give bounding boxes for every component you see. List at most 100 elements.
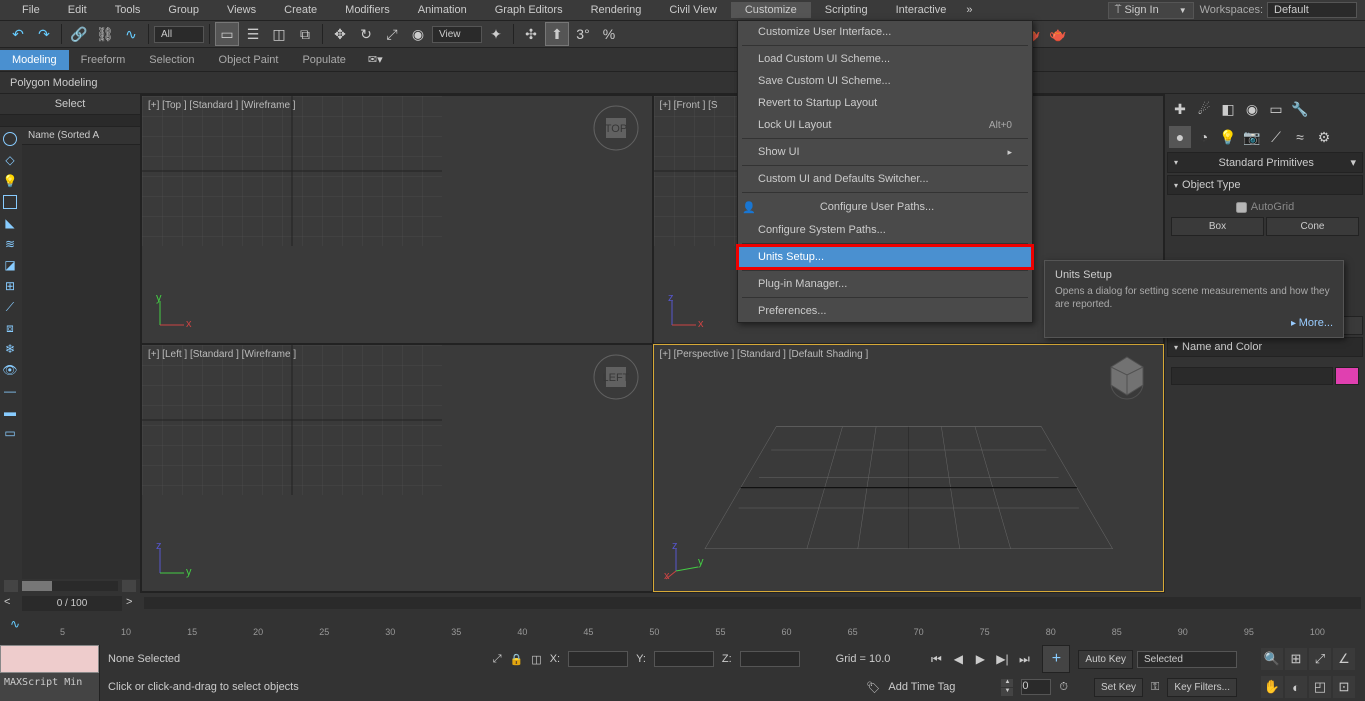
menu-interactive[interactable]: Interactive (882, 2, 961, 18)
viewport-left-label[interactable]: [+] [Left ] [Standard ] [Wireframe ] (148, 349, 296, 360)
menu-rendering[interactable]: Rendering (577, 2, 656, 18)
manip-button[interactable]: ✣ (519, 22, 543, 46)
menu-modifiers[interactable]: Modifiers (331, 2, 404, 18)
motion-tab-icon[interactable]: ◉ (1241, 98, 1263, 120)
create-tab-icon[interactable]: ✚ (1169, 98, 1191, 120)
scroll-left-icon[interactable] (4, 580, 18, 592)
menu-views[interactable]: Views (213, 2, 270, 18)
mail-icon[interactable]: ✉▾ (368, 53, 383, 66)
filter-cameras-icon[interactable] (0, 192, 20, 212)
menu-lock-ui[interactable]: Lock UI LayoutAlt+0 (738, 114, 1032, 136)
expand-trackbar-icon[interactable]: < (4, 596, 18, 610)
menu-grapheditors[interactable]: Graph Editors (481, 2, 577, 18)
filter-helpers-icon[interactable]: ◣ (0, 213, 20, 233)
track-bar[interactable]: ∿ 51015202530354045505560657075808590951… (0, 613, 1365, 645)
filter-bone-icon[interactable]: ⟋ (0, 297, 20, 317)
menu-defaults-switcher[interactable]: Custom UI and Defaults Switcher... (738, 168, 1032, 190)
filter-frozen-icon[interactable]: ❄ (0, 339, 20, 359)
viewport-left[interactable]: [+] [Left ] [Standard ] [Wireframe ] LEF… (142, 345, 652, 592)
orbit-button[interactable]: ✋ (1261, 676, 1283, 698)
angle-snap-button[interactable]: 3° (571, 22, 595, 46)
cameras-cat-icon[interactable]: 📷 (1241, 126, 1263, 148)
viewport-front-label[interactable]: [+] [Front ] [S (660, 100, 718, 111)
scale-button[interactable]: ⤢ (380, 22, 404, 46)
geometry-cat-icon[interactable]: ● (1169, 126, 1191, 148)
lock-icon[interactable]: 🔒 (510, 653, 524, 666)
lights-cat-icon[interactable]: 💡 (1217, 126, 1239, 148)
filter-xref-icon[interactable]: ⊞ (0, 276, 20, 296)
menu-plugin-manager[interactable]: Plug-in Manager... (738, 273, 1032, 295)
zoom-extents-button[interactable]: ⤢ (1309, 648, 1331, 670)
scene-tree-header[interactable]: Name (Sorted A (22, 127, 140, 145)
filter-lights-icon[interactable]: 💡 (0, 171, 20, 191)
keymode-dropdown[interactable]: Selected (1137, 651, 1237, 668)
menu-create[interactable]: Create (270, 2, 331, 18)
placement-button[interactable]: ◉ (406, 22, 430, 46)
color-swatch[interactable] (1335, 367, 1359, 385)
selection-filter-dropdown[interactable]: All (154, 26, 204, 43)
viewcube-icon[interactable]: LEFT (592, 353, 640, 401)
render-last-button[interactable]: 🫖 (1046, 22, 1070, 46)
trackbar-curve-icon[interactable]: ∿ (10, 617, 20, 631)
menu-customize[interactable]: Customize (731, 2, 811, 18)
filter-spacewarps-icon[interactable]: ≋ (0, 234, 20, 254)
rotate-button[interactable]: ↻ (354, 22, 378, 46)
walk-button[interactable]: ◐ (1285, 676, 1307, 698)
link-button[interactable]: 🔗 (67, 22, 91, 46)
menu-customize-ui[interactable]: Customize User Interface... (738, 21, 1032, 43)
menu-revert-layout[interactable]: Revert to Startup Layout (738, 92, 1032, 114)
menu-overflow-icon[interactable]: » (960, 2, 978, 18)
bind-button[interactable]: ∿ (119, 22, 143, 46)
menu-user-paths[interactable]: 👤Configure User Paths... (738, 195, 1032, 219)
ribbon-tab-selection[interactable]: Selection (137, 50, 206, 70)
maxscript-listener[interactable]: MAXScript Min (0, 645, 100, 701)
redo-button[interactable]: ↷ (32, 22, 56, 46)
autokey-button[interactable]: Auto Key (1078, 650, 1133, 669)
timetag-icon[interactable]: 🏷 (866, 681, 880, 694)
ribbon-tab-modeling[interactable]: Modeling (0, 50, 69, 70)
lock-selection-icon[interactable]: ⤢ (493, 653, 502, 666)
viewport-perspective[interactable]: [+] [Perspective ] [Standard ] [Default … (654, 345, 1164, 592)
refcoord-dropdown[interactable]: View (432, 26, 482, 43)
unlink-button[interactable]: ⛓ (93, 22, 117, 46)
time-config-icon[interactable]: ⏱ (1059, 681, 1068, 694)
menu-save-scheme[interactable]: Save Custom UI Scheme... (738, 70, 1032, 92)
zoom-all-button[interactable]: ⊞ (1285, 648, 1307, 670)
viewport-top[interactable]: [+] [Top ] [Standard ] [Wireframe ] TOP … (142, 96, 652, 343)
z-input[interactable] (740, 651, 800, 667)
scene-explorer-scrollbar[interactable] (0, 579, 140, 593)
menu-show-ui[interactable]: Show UI (738, 141, 1032, 163)
filter-all-icon[interactable]: ▬ (0, 402, 20, 422)
pan-button[interactable]: 🔍 (1261, 648, 1283, 670)
hierarchy-tab-icon[interactable]: ◧ (1217, 98, 1239, 120)
menu-tools[interactable]: Tools (101, 2, 155, 18)
play-button[interactable]: ▶ (970, 649, 990, 669)
setkey-button[interactable]: Set Key (1094, 678, 1143, 697)
spacewarps-cat-icon[interactable]: ≈ (1289, 126, 1311, 148)
keyfilters-button[interactable]: Key Filters... (1167, 678, 1237, 697)
tooltip-more-link[interactable]: ▸ More... (1055, 317, 1333, 329)
systems-cat-icon[interactable]: ⚙ (1313, 126, 1335, 148)
utilities-tab-icon[interactable]: 🔧 (1289, 98, 1311, 120)
pivot-button[interactable]: ✦ (484, 22, 508, 46)
y-input[interactable] (654, 651, 714, 667)
ribbon-tab-freeform[interactable]: Freeform (69, 50, 138, 70)
menu-animation[interactable]: Animation (404, 2, 481, 18)
prev-frame-button[interactable]: ◀ (948, 649, 968, 669)
filter-shapes-icon[interactable]: ◇ (0, 150, 20, 170)
add-time-tag[interactable]: Add Time Tag (888, 681, 955, 693)
ribbon-tab-objectpaint[interactable]: Object Paint (207, 50, 291, 70)
maximize-button[interactable]: ◰ (1309, 676, 1331, 698)
isolate-icon[interactable]: ◫ (531, 653, 541, 666)
box-button[interactable]: Box (1171, 217, 1264, 236)
modify-tab-icon[interactable]: ☄ (1193, 98, 1215, 120)
helpers-cat-icon[interactable]: ⟋ (1265, 126, 1287, 148)
select-object-button[interactable]: ▭ (215, 22, 239, 46)
viewport-top-label[interactable]: [+] [Top ] [Standard ] [Wireframe ] (148, 100, 296, 111)
menu-system-paths[interactable]: Configure System Paths... (738, 219, 1032, 241)
object-type-rollout[interactable]: Object Type (1167, 175, 1363, 195)
viewport-perspective-label[interactable]: [+] [Perspective ] [Standard ] [Default … (660, 349, 869, 360)
sign-in-button[interactable]: ⍡ Sign In ▼ (1108, 2, 1194, 19)
cone-button[interactable]: Cone (1266, 217, 1359, 236)
workspaces-selector[interactable]: Workspaces: Default (1200, 2, 1357, 18)
